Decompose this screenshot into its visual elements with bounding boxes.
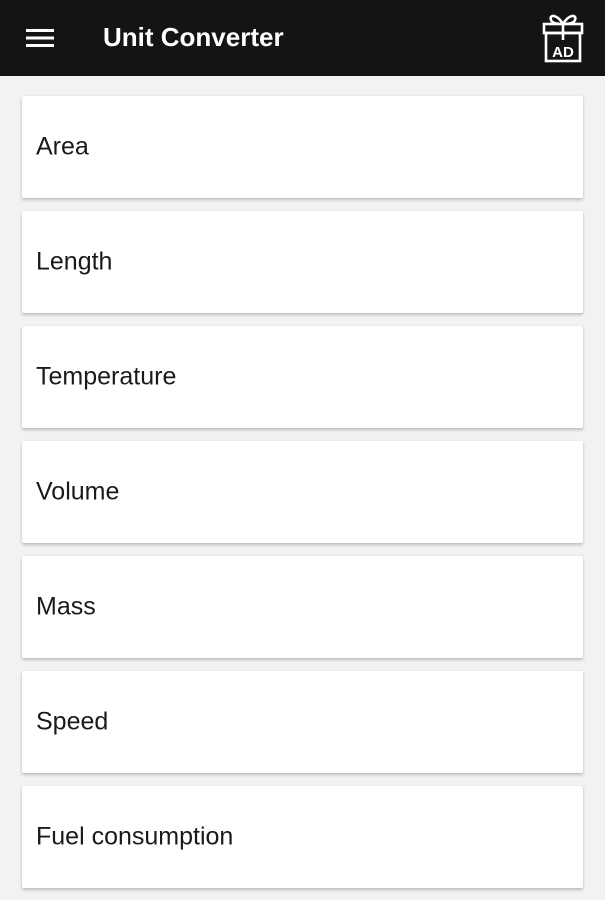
- category-item-volume[interactable]: Volume: [22, 441, 583, 543]
- category-label: Mass: [36, 592, 96, 621]
- hamburger-menu-icon: [26, 29, 54, 47]
- category-item-speed[interactable]: Speed: [22, 671, 583, 773]
- app-title: Unit Converter: [103, 22, 284, 52]
- category-item-mass[interactable]: Mass: [22, 556, 583, 658]
- ad-label: AD: [552, 44, 574, 61]
- app-bar: Unit Converter AD: [0, 0, 605, 76]
- category-label: Speed: [36, 707, 109, 736]
- category-label: Temperature: [36, 362, 177, 391]
- category-label: Length: [36, 247, 113, 276]
- category-label: Fuel consumption: [36, 822, 234, 851]
- category-item-area[interactable]: Area: [22, 96, 583, 198]
- category-item-length[interactable]: Length: [22, 211, 583, 313]
- category-label: Area: [36, 132, 89, 161]
- ad-button[interactable]: AD: [538, 8, 588, 66]
- category-item-fuel-consumption[interactable]: Fuel consumption: [22, 786, 583, 888]
- category-item-temperature[interactable]: Temperature: [22, 326, 583, 428]
- category-list: Area Length Temperature Volume Mass Spee…: [0, 76, 605, 900]
- category-label: Volume: [36, 477, 120, 506]
- menu-button[interactable]: [20, 20, 60, 56]
- gift-ad-icon: AD: [542, 14, 584, 63]
